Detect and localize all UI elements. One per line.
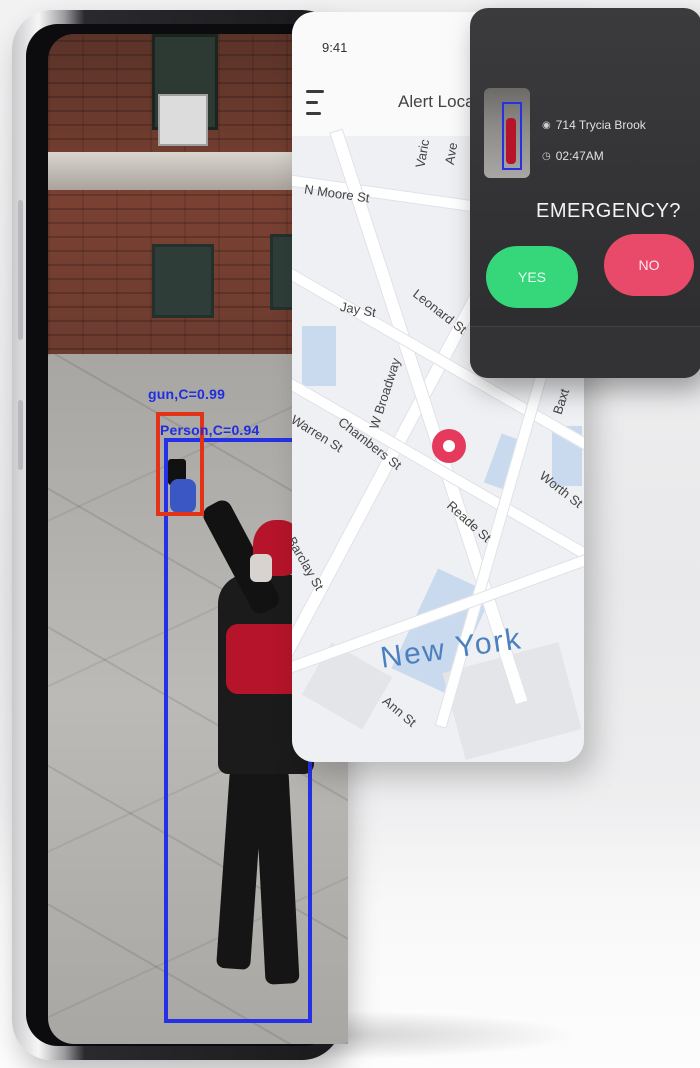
street-label: Baxt [549, 386, 573, 417]
alert-location-text: 714 Trycia Brook [555, 118, 646, 132]
emergency-alert-card: ◉ 714 Trycia Brook ◷ 02:47AM EMERGENCY? … [470, 8, 700, 378]
building-window-low [152, 244, 214, 318]
person-detection-label: Person,C=0.94 [160, 422, 260, 438]
volume-button [18, 200, 23, 340]
person-detection-box [164, 438, 312, 1023]
hamburger-menu-icon[interactable] [306, 90, 324, 124]
gun-detection-label: gun,C=0.99 [148, 386, 226, 402]
alert-card-footer [470, 326, 700, 378]
thumbnail-detection-box [502, 102, 522, 170]
street-label: Jay St [338, 298, 378, 321]
street-label: Ave [441, 141, 461, 166]
map-block [302, 326, 336, 386]
alert-location: ◉ 714 Trycia Brook [542, 118, 646, 132]
air-conditioner [158, 94, 208, 146]
street-label: Varic [412, 138, 433, 169]
yes-button[interactable]: YES [486, 246, 578, 308]
location-pin-icon[interactable] [432, 429, 466, 463]
status-time: 9:41 [322, 40, 348, 55]
location-icon: ◉ [542, 119, 551, 131]
alert-time-text: 02:47AM [555, 149, 604, 163]
alert-snapshot-thumbnail[interactable] [484, 88, 530, 178]
alert-time: ◷ 02:47AM [542, 149, 604, 163]
street-label: Ann St [379, 693, 420, 730]
street-label: Barclay St [292, 534, 327, 593]
power-button [18, 400, 23, 470]
clock-icon: ◷ [542, 150, 551, 162]
street-label: W Broadway [366, 356, 404, 431]
map-street [292, 371, 584, 573]
emergency-question: EMERGENCY? [536, 200, 682, 222]
no-button[interactable]: NO [604, 234, 694, 296]
